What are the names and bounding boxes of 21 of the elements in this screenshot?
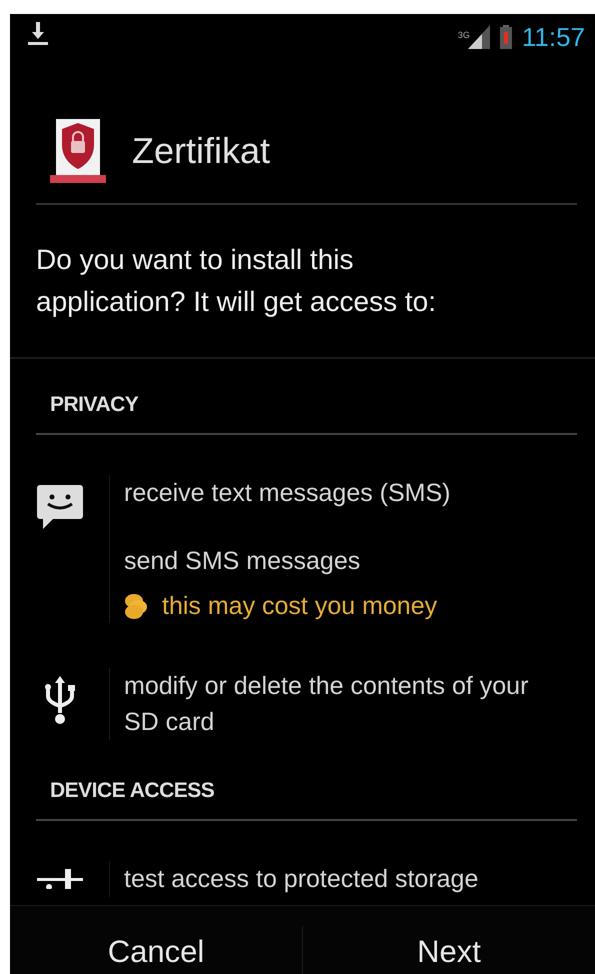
- permission-text: receive text messages (SMS): [124, 478, 452, 509]
- signal-icon: [468, 25, 490, 49]
- cancel-button[interactable]: Cancel: [10, 906, 302, 974]
- coins-icon: [124, 593, 148, 619]
- cost-warning: this may cost you money: [162, 591, 438, 622]
- network-type: 3G: [458, 30, 470, 40]
- usb-icon: [44, 676, 74, 726]
- settings-slider-icon: [36, 869, 82, 889]
- app-name: Zertifikat: [132, 130, 270, 172]
- permission-text: modify or delete the contents of your SD card: [124, 671, 530, 738]
- section-heading: PRIVACY: [49, 392, 140, 418]
- message-icon: [36, 483, 82, 531]
- install-prompt: Do you want to install this application? It will get access to:: [35, 243, 437, 319]
- battery-icon: [500, 25, 512, 49]
- next-button[interactable]: Next: [303, 906, 595, 974]
- clock: 11:57: [522, 22, 585, 52]
- app-icon: [50, 119, 106, 183]
- permission-text: test access to protected storage: [124, 864, 480, 895]
- download-icon: [28, 22, 48, 46]
- section-heading: DEVICE ACCESS: [49, 778, 216, 804]
- permission-text: send SMS messages: [124, 546, 362, 577]
